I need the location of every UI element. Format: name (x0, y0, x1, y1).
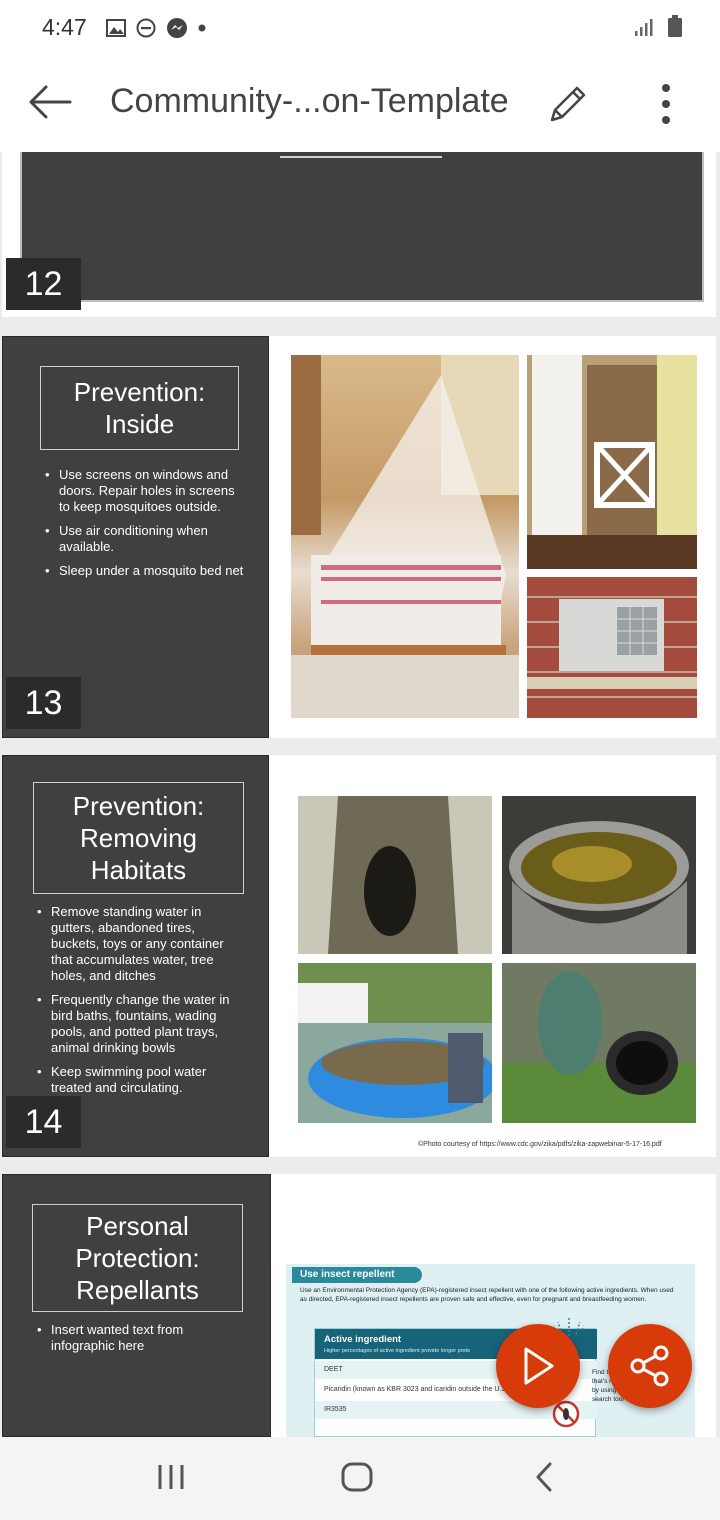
table-subtitle: Higher percentages of active ingredient … (324, 1348, 471, 1354)
tree-hole-photo (298, 796, 492, 954)
slide-title-text: Personal Protection: Repellants (75, 1211, 200, 1305)
gallery-icon (106, 19, 126, 37)
wading-pool-illustration (298, 963, 492, 1123)
infographic-intro: Use an Environmental Protection Agency (… (300, 1287, 674, 1303)
slide-thumbnail-15[interactable]: Personal Protection: Repellants Insert w… (2, 1174, 716, 1437)
screen-door-illustration (527, 355, 697, 569)
bullet-item: Frequently change the water in bird bath… (37, 992, 242, 1056)
back-arrow-icon[interactable] (28, 82, 72, 122)
slide-12-background (20, 152, 704, 302)
slide-title: Prevention: Removing Habitats (33, 782, 244, 894)
air-conditioner-illustration (527, 577, 697, 718)
recent-apps-icon[interactable] (156, 1461, 186, 1493)
dot-icon (198, 24, 206, 32)
play-icon (524, 1347, 554, 1385)
messenger-icon (167, 18, 187, 38)
battery-icon (668, 15, 682, 37)
bullet-item: Use air conditioning when available. (45, 523, 245, 555)
back-nav-icon[interactable] (532, 1461, 556, 1493)
pencil-icon[interactable] (546, 82, 590, 126)
bed-net-illustration (291, 355, 519, 718)
photo-credit: ©Photo courtesy of https://www.cdc.gov/z… (418, 1141, 662, 1148)
slide-12-divider (280, 156, 442, 158)
table-title: Active ingredient (324, 1334, 402, 1345)
document-title: Community-...on-Template (110, 82, 509, 120)
bullet-list: Insert wanted text from infographic here (37, 1322, 242, 1362)
share-icon (630, 1345, 669, 1387)
bullet-item: Remove standing water in gutters, abando… (37, 904, 242, 984)
bed-net-photo (291, 355, 519, 718)
wading-pool-photo (298, 963, 492, 1123)
bullet-item: Insert wanted text from infographic here (37, 1322, 242, 1354)
slide-number: 13 (6, 677, 81, 729)
air-conditioner-photo (527, 577, 697, 718)
do-not-disturb-icon (136, 18, 156, 38)
status-time: 4:47 (42, 14, 87, 40)
bullet-list: Remove standing water in gutters, abando… (37, 904, 242, 1104)
slide-title: Prevention: Inside (40, 366, 239, 450)
play-slideshow-button[interactable] (496, 1324, 580, 1408)
bullet-item: Use screens on windows and doors. Repair… (45, 467, 245, 515)
slide-title-text: Prevention: Removing Habitats (72, 791, 205, 885)
share-button[interactable] (608, 1324, 692, 1408)
tree-hole-illustration (298, 796, 492, 954)
bullet-item: Keep swimming pool water treated and cir… (37, 1064, 242, 1096)
home-icon[interactable] (340, 1461, 374, 1493)
screen-door-photo (527, 355, 697, 569)
pot-water-illustration (502, 796, 696, 954)
slide-thumbnail-list[interactable]: 12 Prevention: Inside Use screens on win… (0, 152, 720, 1437)
slide-number: 14 (6, 1096, 81, 1148)
system-navigation-bar (0, 1437, 720, 1520)
notification-icons (106, 17, 206, 39)
signal-icon (635, 19, 653, 36)
more-options-icon[interactable] (656, 82, 676, 126)
slide-title-text: Prevention: Inside (73, 377, 206, 439)
app-bar: Community-...on-Template (0, 56, 720, 152)
slide-title: Personal Protection: Repellants (32, 1204, 243, 1312)
bullet-list: Use screens on windows and doors. Repair… (45, 467, 245, 587)
slide-thumbnail-13[interactable]: Prevention: Inside Use screens on window… (2, 336, 716, 738)
slide-15-text-panel: Personal Protection: Repellants Insert w… (2, 1174, 271, 1437)
infographic-header: Use insect repellent (292, 1267, 423, 1283)
status-bar: 4:47 (0, 0, 720, 56)
drain-illustration (502, 963, 696, 1123)
slide-number: 12 (6, 258, 81, 310)
pot-water-photo (502, 796, 696, 954)
slide-thumbnail-12[interactable]: 12 (2, 152, 716, 317)
bullet-item: Sleep under a mosquito bed net (45, 563, 245, 579)
drain-photo (502, 963, 696, 1123)
slide-thumbnail-14[interactable]: Prevention: Removing Habitats Remove sta… (2, 755, 716, 1157)
